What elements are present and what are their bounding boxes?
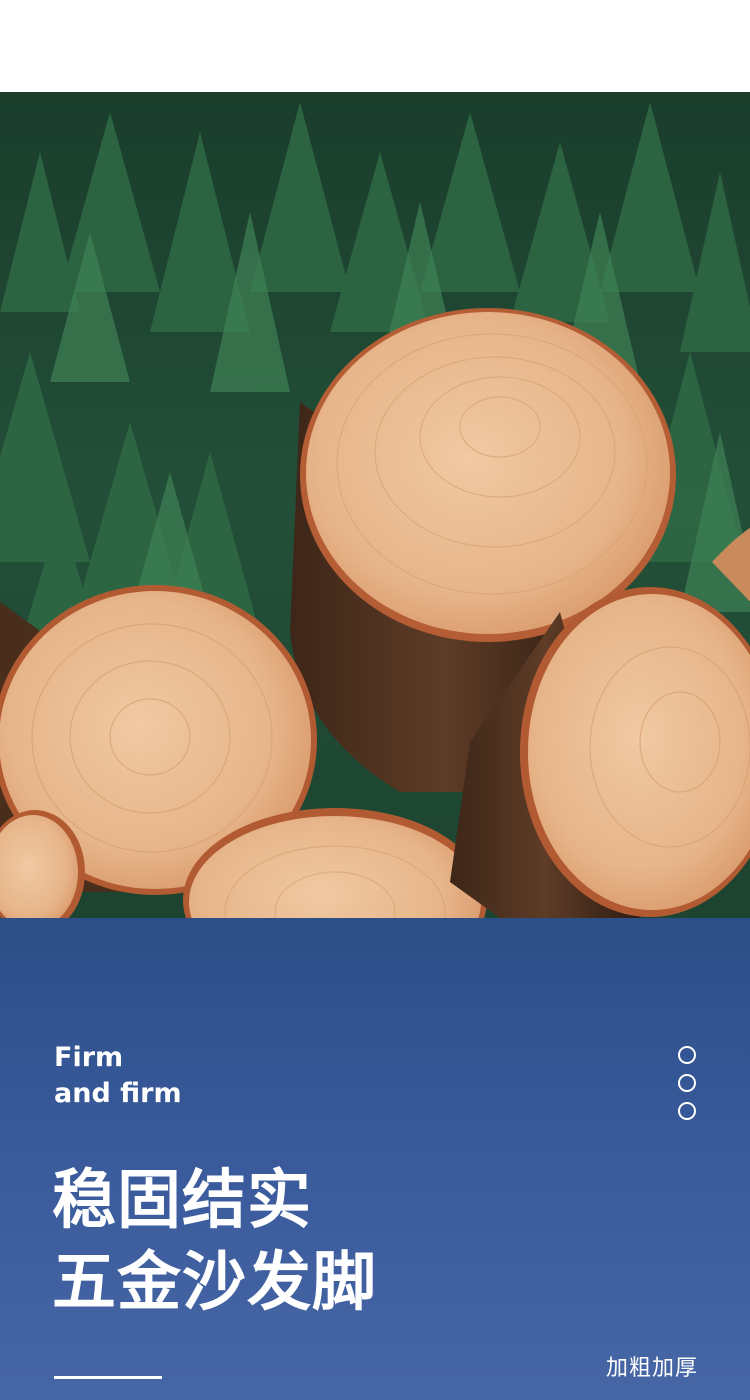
english-tagline: Firm and firm: [54, 1040, 182, 1112]
dot-icon: [678, 1102, 696, 1120]
underline-divider: [54, 1376, 162, 1379]
three-dots-icon: [678, 1046, 698, 1130]
english-line-2: and firm: [54, 1078, 182, 1109]
headline-line-2: 五金沙发脚: [52, 1246, 377, 1320]
blue-info-panel: [0, 918, 750, 1400]
logs-forest-photo: [0, 92, 750, 918]
english-line-1: Firm: [54, 1042, 124, 1073]
dot-icon: [678, 1046, 696, 1064]
chinese-headline: 稳固结实 五金沙发脚: [52, 1160, 377, 1324]
feature-tag: 加粗加厚: [605, 1356, 698, 1381]
page: Firm and firm 稳固结实 五金沙发脚 加粗加厚: [0, 0, 750, 1400]
dot-icon: [678, 1074, 696, 1092]
top-blank-area: [0, 0, 750, 92]
headline-line-1: 稳固结实: [52, 1164, 312, 1238]
